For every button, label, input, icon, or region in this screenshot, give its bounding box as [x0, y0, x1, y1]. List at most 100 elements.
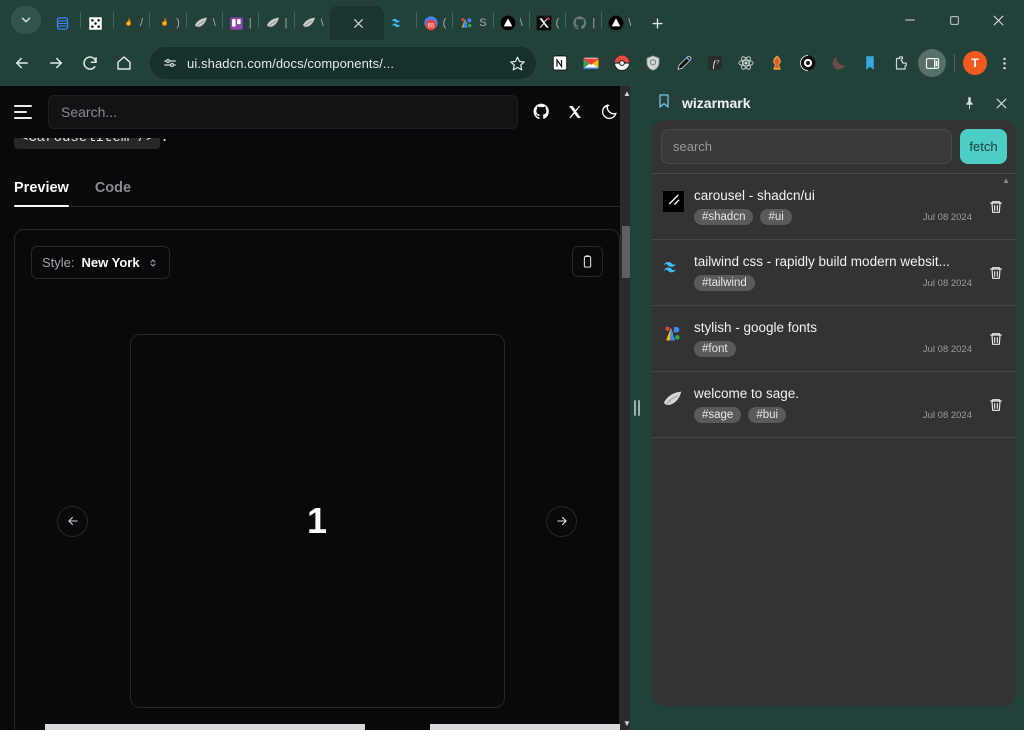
- site-header: Search...: [0, 86, 634, 138]
- profile-avatar[interactable]: T: [963, 51, 987, 75]
- fetch-button[interactable]: fetch: [960, 129, 1007, 164]
- tab-9[interactable]: [384, 6, 416, 40]
- search-placeholder: Search...: [61, 103, 118, 120]
- list-item-date: Jul 08 2024: [922, 212, 972, 223]
- hamburger-icon[interactable]: [14, 101, 36, 123]
- tag[interactable]: #bui: [748, 407, 787, 423]
- google-drive-icon[interactable]: [577, 49, 605, 77]
- list-item[interactable]: carousel - shadcn/ui #shadcn #ui Jul 08 …: [652, 174, 1016, 240]
- x-twitter-icon[interactable]: [564, 101, 586, 123]
- tab-13[interactable]: (: [530, 6, 566, 40]
- eyedropper-icon[interactable]: [670, 49, 698, 77]
- tab-2[interactable]: /: [114, 6, 149, 40]
- kebab-menu-icon[interactable]: [990, 49, 1018, 77]
- tab-title: (: [442, 17, 447, 29]
- close-icon[interactable]: [352, 17, 365, 30]
- tab-15[interactable]: \: [602, 6, 637, 40]
- trash-icon[interactable]: [986, 263, 1006, 283]
- carousel-prev-button[interactable]: [57, 505, 88, 537]
- tag[interactable]: #font: [694, 341, 736, 357]
- tab-10[interactable]: 65 (: [417, 6, 453, 40]
- tab-code[interactable]: Code: [95, 180, 131, 206]
- bookmark-search-input[interactable]: search: [661, 129, 952, 164]
- shadcn-icon: [662, 190, 684, 212]
- tag[interactable]: #tailwind: [694, 275, 755, 291]
- trash-icon[interactable]: [986, 395, 1006, 415]
- back-button[interactable]: [6, 47, 38, 79]
- dice-icon: [87, 15, 103, 31]
- fonts-ninja-icon[interactable]: f?: [701, 49, 729, 77]
- copy-button[interactable]: [572, 246, 603, 277]
- tab-preview[interactable]: Preview: [14, 180, 69, 207]
- panel-title: wizarmark: [682, 95, 751, 111]
- tab-3[interactable]: ): [150, 6, 186, 40]
- bookmark-icon[interactable]: [856, 49, 884, 77]
- close-button[interactable]: [976, 0, 1020, 40]
- extensions-puzzle-icon[interactable]: [887, 49, 915, 77]
- side-panel-icon[interactable]: [918, 49, 946, 77]
- privacy-icon[interactable]: [794, 49, 822, 77]
- tab-14[interactable]: |: [566, 6, 601, 40]
- minimize-button[interactable]: [888, 0, 932, 40]
- tab-active-shadcn[interactable]: [329, 6, 384, 40]
- list-item-title: welcome to sage.: [694, 386, 800, 401]
- list-item-title: carousel - shadcn/ui: [694, 188, 815, 203]
- tag[interactable]: #sage: [694, 407, 742, 423]
- tab-12[interactable]: \: [494, 6, 529, 40]
- trash-icon[interactable]: [986, 329, 1006, 349]
- carousel-slide[interactable]: 1: [129, 334, 505, 708]
- close-icon[interactable]: [990, 92, 1012, 114]
- trello-icon: [229, 15, 245, 31]
- list-item[interactable]: stylish - google fonts #font Jul 08 2024: [652, 306, 1016, 372]
- home-button[interactable]: [108, 47, 140, 79]
- bookmark-icon: [656, 93, 672, 114]
- site-settings-icon[interactable]: [162, 55, 178, 71]
- tab-1[interactable]: [81, 6, 113, 40]
- forward-button[interactable]: [40, 47, 72, 79]
- github-icon[interactable]: [530, 101, 552, 123]
- reload-button[interactable]: [74, 47, 106, 79]
- tag[interactable]: #shadcn: [694, 209, 754, 225]
- tab-list: / ) \ | | \ 65 (S \ (| \: [48, 0, 888, 40]
- theme-toggle-icon[interactable]: [598, 101, 620, 123]
- arrow-left-icon: [67, 516, 78, 526]
- list-item[interactable]: tailwind css - rapidly build modern webs…: [652, 240, 1016, 306]
- tab-5[interactable]: |: [223, 6, 258, 40]
- tab-6[interactable]: |: [259, 6, 294, 40]
- address-bar[interactable]: ui.shadcn.com/docs/components/...: [150, 47, 536, 79]
- star-icon[interactable]: [509, 55, 526, 72]
- tailwind-icon: [390, 15, 406, 31]
- tag[interactable]: #ui: [760, 209, 792, 225]
- trash-icon[interactable]: [986, 197, 1006, 217]
- tab-11[interactable]: S: [453, 6, 492, 40]
- tab-4[interactable]: \: [187, 6, 222, 40]
- dark-reader-icon[interactable]: [825, 49, 853, 77]
- shield-icon[interactable]: [639, 49, 667, 77]
- style-select[interactable]: Style: New York: [31, 246, 170, 279]
- pin-icon[interactable]: [958, 92, 980, 114]
- tab-search-button[interactable]: [11, 6, 41, 34]
- tab-7[interactable]: \: [295, 6, 330, 40]
- bookmark-list: ▲ carousel - shadcn/ui #shadcn #ui Jul 0…: [652, 173, 1016, 706]
- new-tab-button[interactable]: [643, 9, 671, 37]
- url-text: ui.shadcn.com/docs/components/...: [187, 55, 395, 71]
- copy-icon: [583, 255, 592, 268]
- notion-icon[interactable]: [546, 49, 574, 77]
- maximize-button[interactable]: [932, 0, 976, 40]
- pinia-icon[interactable]: [763, 49, 791, 77]
- tab-title: \: [628, 17, 632, 29]
- carousel-next-button[interactable]: [546, 505, 577, 537]
- tab-title: \: [212, 17, 216, 29]
- search-input[interactable]: Search...: [48, 94, 518, 129]
- google-fonts-icon: [662, 322, 684, 344]
- react-devtools-icon[interactable]: [732, 49, 760, 77]
- panel-resize-handle[interactable]: [630, 86, 644, 730]
- google-fonts-icon: [459, 15, 475, 31]
- vercel-icon: [500, 15, 516, 31]
- pokeball-icon[interactable]: [608, 49, 636, 77]
- svg-text:?: ?: [717, 59, 720, 66]
- svg-text:65: 65: [427, 24, 434, 30]
- list-item[interactable]: welcome to sage. #sage #bui Jul 08 2024: [652, 372, 1016, 438]
- tab-0[interactable]: [48, 6, 80, 40]
- list-item-title: stylish - google fonts: [694, 320, 818, 335]
